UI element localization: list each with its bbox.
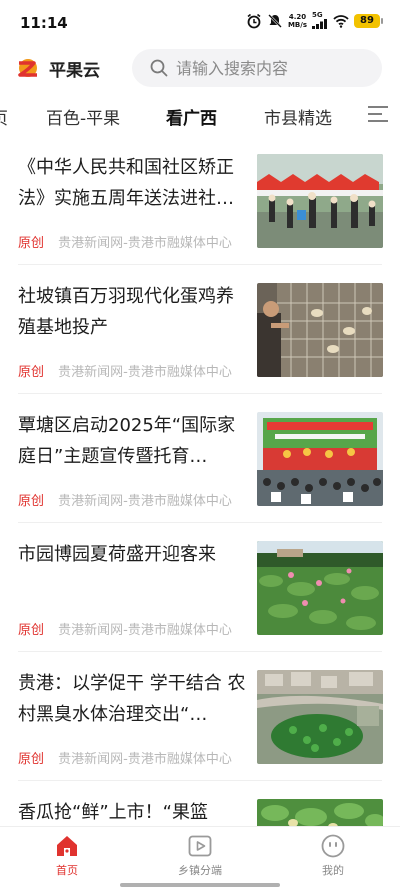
home-indicator[interactable] xyxy=(120,883,280,887)
nav-mine[interactable]: 我的 xyxy=(283,831,383,883)
net-speed: 4.20 MB/s xyxy=(288,13,307,29)
news-title[interactable]: 覃塘区启动2025年“国际家庭日”主题宣传暨托育… xyxy=(18,410,246,472)
battery-icon: 89 xyxy=(354,13,383,28)
stage-event-audience-image[interactable] xyxy=(257,412,383,506)
news-title[interactable]: 市园博园夏荷盛开迎客来 xyxy=(18,539,246,570)
status-bar: 11:14 4.20 MB/s 5G 89 xyxy=(0,0,400,40)
status-time: 11:14 xyxy=(20,14,68,32)
bottom-nav: 首页 乡镇分端 我的 xyxy=(0,826,400,889)
app-header: 平果云 xyxy=(0,46,400,90)
tab-shixian-jingxuan[interactable]: 市县精选 xyxy=(264,104,332,129)
news-meta: 原创 贵港新闻网-贵港市融媒体中心 xyxy=(18,619,232,638)
nav-home-label: 首页 xyxy=(56,864,78,877)
news-meta: 原创 贵港新闻网-贵港市融媒体中心 xyxy=(18,490,232,509)
news-item[interactable]: 贵港：以学促干 学干结合 农村黑臭水体治理交出“… 原创 贵港新闻网-贵港市融媒… xyxy=(0,652,400,781)
original-badge: 原创 xyxy=(18,494,45,509)
net-speed-unit: MB/s xyxy=(287,20,307,29)
news-item[interactable]: 社坡镇百万羽现代化蛋鸡养殖基地投产 原创 贵港新闻网-贵港市融媒体中心 xyxy=(0,265,400,394)
tab-kan-guangxi[interactable]: 看广西 xyxy=(166,104,217,129)
melon-field-image[interactable] xyxy=(257,799,383,826)
app-name: 平果云 xyxy=(49,61,100,81)
poultry-farm-cages-image[interactable] xyxy=(257,283,383,377)
news-meta: 原创 贵港新闻网-贵港市融媒体中心 xyxy=(18,748,232,767)
news-meta: 原创 贵港新闻网-贵港市融媒体中心 xyxy=(18,361,232,380)
network-type: 5G xyxy=(312,11,323,19)
cell-signal: 5G xyxy=(312,12,328,29)
market-tents-crowd-image[interactable] xyxy=(257,154,383,248)
news-item[interactable]: 香瓜抢“鲜”上市！“果篮 xyxy=(0,781,400,826)
news-title[interactable]: 《中华人民共和国社区矫正法》实施五周年送法进社… xyxy=(18,152,246,214)
menu-icon[interactable] xyxy=(368,105,388,123)
news-source: 贵港新闻网-贵港市融媒体中心 xyxy=(58,752,232,767)
lotus-pond-image[interactable] xyxy=(257,541,383,635)
news-source: 贵港新闻网-贵港市融媒体中心 xyxy=(58,494,232,509)
news-meta: 原创 贵港新闻网-贵港市融媒体中心 xyxy=(18,232,232,251)
news-title[interactable]: 贵港：以学促干 学干结合 农村黑臭水体治理交出“… xyxy=(18,668,246,730)
original-badge: 原创 xyxy=(18,752,45,767)
nav-home[interactable]: 首页 xyxy=(17,831,117,883)
status-icons: 4.20 MB/s 5G 89 xyxy=(246,12,383,29)
news-list: 《中华人民共和国社区矫正法》实施五周年送法进社… 原创 贵港新闻网-贵港市融媒体… xyxy=(0,136,400,826)
nav-township[interactable]: 乡镇分端 xyxy=(150,831,250,883)
wifi-icon xyxy=(333,14,349,28)
play-icon xyxy=(188,835,212,857)
search-bar[interactable] xyxy=(132,49,382,87)
channel-tabs: 页 百色-平果 看广西 市县精选 xyxy=(0,94,400,134)
home-icon xyxy=(57,836,77,856)
news-source: 贵港新闻网-贵港市融媒体中心 xyxy=(58,623,232,638)
original-badge: 原创 xyxy=(18,623,45,638)
news-source: 贵港新闻网-贵港市融媒体中心 xyxy=(58,236,232,251)
news-source: 贵港新闻网-贵港市融媒体中心 xyxy=(58,365,232,380)
nav-township-label: 乡镇分端 xyxy=(178,864,222,877)
news-item[interactable]: 《中华人民共和国社区矫正法》实施五周年送法进社… 原创 贵港新闻网-贵港市融媒体… xyxy=(0,136,400,265)
search-input[interactable] xyxy=(176,49,372,87)
alarm-icon xyxy=(247,13,261,28)
profile-face-icon xyxy=(321,834,345,858)
news-title[interactable]: 社坡镇百万羽现代化蛋鸡养殖基地投产 xyxy=(18,281,246,343)
mute-icon xyxy=(268,13,282,28)
nav-mine-label: 我的 xyxy=(322,864,344,877)
search-icon xyxy=(150,59,168,77)
tab-partial[interactable]: 页 xyxy=(0,104,8,129)
tabs-fade xyxy=(340,94,364,134)
net-speed-value: 4.20 xyxy=(288,12,307,21)
app-logo-icon xyxy=(18,59,37,77)
aerial-village-pond-image[interactable] xyxy=(257,670,383,764)
signal-icon xyxy=(312,19,327,29)
original-badge: 原创 xyxy=(18,236,45,251)
tab-baise-pingguo[interactable]: 百色-平果 xyxy=(46,104,120,129)
original-badge: 原创 xyxy=(18,365,45,380)
news-title[interactable]: 香瓜抢“鲜”上市！“果篮 xyxy=(18,797,246,826)
news-item[interactable]: 市园博园夏荷盛开迎客来 原创 贵港新闻网-贵港市融媒体中心 xyxy=(0,523,400,652)
news-item[interactable]: 覃塘区启动2025年“国际家庭日”主题宣传暨托育… 原创 贵港新闻网-贵港市融媒… xyxy=(0,394,400,523)
